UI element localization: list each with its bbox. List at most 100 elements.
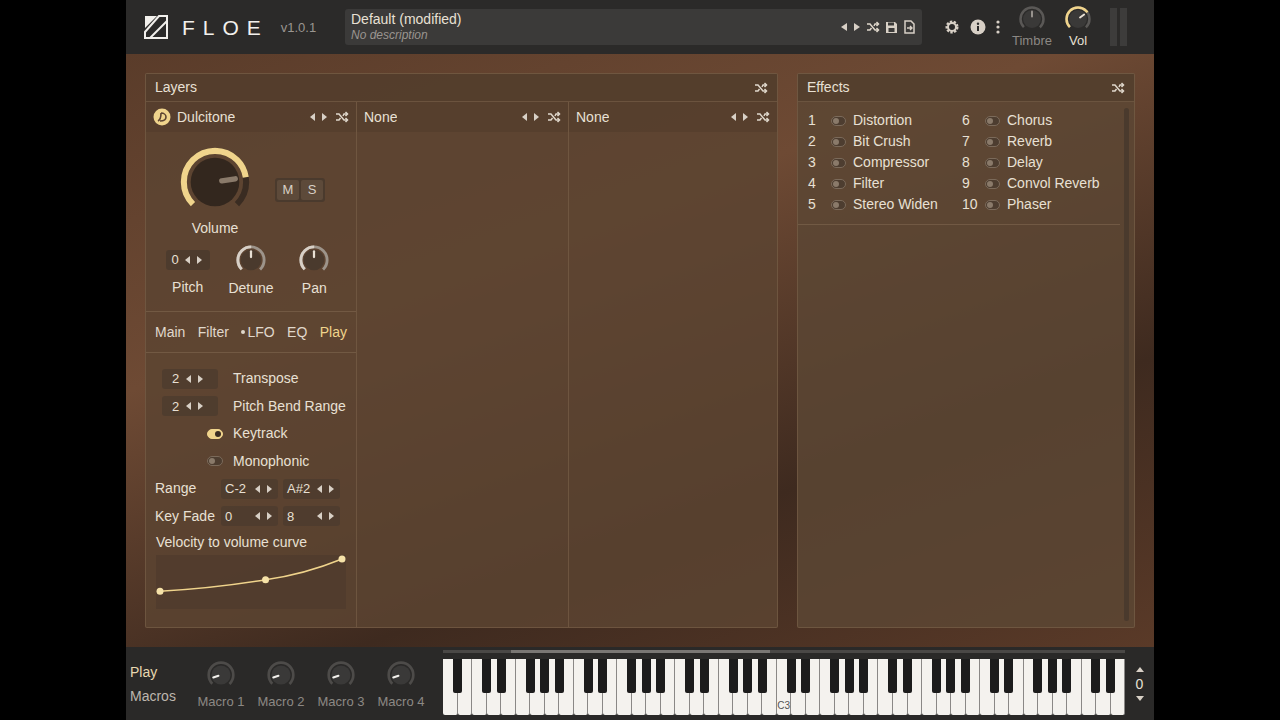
- black-key[interactable]: [685, 659, 694, 693]
- arrows-icon[interactable]: [316, 511, 336, 521]
- effect-item[interactable]: 7Reverb: [962, 131, 1120, 152]
- toggle[interactable]: [831, 158, 846, 168]
- layer-slot[interactable]: Dulcitone: [146, 102, 356, 132]
- mode-tab[interactable]: Play: [130, 663, 191, 681]
- effect-name[interactable]: Stereo Widen: [853, 194, 938, 215]
- setting-label[interactable]: Keytrack: [233, 423, 287, 444]
- knob[interactable]: [235, 244, 267, 276]
- header-knob[interactable]: Timbre: [1012, 5, 1052, 49]
- tab-label[interactable]: Main: [155, 322, 185, 343]
- shuffle-icon[interactable]: [547, 111, 561, 123]
- effect-item[interactable]: 6Chorus: [962, 110, 1120, 131]
- black-key[interactable]: [946, 659, 955, 693]
- effect-item[interactable]: 1Distortion: [808, 110, 962, 131]
- instrument-name[interactable]: Dulcitone: [177, 107, 235, 128]
- effect-item[interactable]: 5Stereo Widen: [808, 194, 962, 215]
- down-icon[interactable]: [1135, 695, 1145, 702]
- black-key[interactable]: [540, 659, 549, 693]
- next-icon[interactable]: [853, 22, 861, 32]
- black-key[interactable]: [1004, 659, 1013, 693]
- pitch-stepper[interactable]: 0: [166, 250, 210, 270]
- tab-label[interactable]: EQ: [287, 322, 307, 343]
- effect-name[interactable]: Delay: [1007, 152, 1043, 173]
- black-key[interactable]: [526, 659, 535, 693]
- black-key[interactable]: [482, 659, 491, 693]
- effect-name[interactable]: Bit Crush: [853, 131, 911, 152]
- toggle[interactable]: [831, 116, 846, 126]
- knob[interactable]: [386, 660, 416, 690]
- effect-item[interactable]: 10Phaser: [962, 194, 1120, 215]
- tab[interactable]: Main: [155, 322, 185, 343]
- effect-item[interactable]: 4Filter: [808, 173, 962, 194]
- shuffle-icon[interactable]: [1111, 82, 1125, 94]
- tab-label[interactable]: Filter: [198, 322, 229, 343]
- arrows-icon[interactable]: [254, 484, 274, 494]
- tab[interactable]: LFO: [241, 322, 274, 343]
- black-key[interactable]: [555, 659, 564, 693]
- keyboard[interactable]: C3: [443, 647, 1125, 720]
- toggle[interactable]: [985, 200, 1000, 210]
- knob[interactable]: [177, 144, 253, 220]
- black-key[interactable]: [627, 659, 636, 693]
- tab-label[interactable]: LFO: [247, 322, 274, 343]
- stepper-value[interactable]: 2: [172, 397, 179, 417]
- toggle[interactable]: [985, 158, 1000, 168]
- up-icon[interactable]: [1135, 666, 1145, 673]
- black-key[interactable]: [888, 659, 897, 693]
- tab-label[interactable]: Play: [320, 322, 347, 343]
- knob[interactable]: [266, 660, 296, 690]
- toggle[interactable]: [207, 429, 223, 439]
- stepper-value[interactable]: 0: [225, 507, 251, 527]
- black-key[interactable]: [1062, 659, 1071, 693]
- header-knob[interactable]: Vol: [1058, 5, 1098, 49]
- effect-name[interactable]: Distortion: [853, 110, 912, 131]
- arrows-icon[interactable]: [254, 511, 274, 521]
- mode-tab[interactable]: Macros: [130, 687, 191, 705]
- stepper[interactable]: 2: [162, 369, 218, 389]
- tab[interactable]: EQ: [287, 322, 307, 343]
- black-key[interactable]: [903, 659, 912, 693]
- toggle[interactable]: [985, 137, 1000, 147]
- arrows-icon[interactable]: [185, 374, 205, 384]
- layer-slot[interactable]: None: [357, 102, 568, 132]
- black-key[interactable]: [497, 659, 506, 693]
- black-key[interactable]: [598, 659, 607, 693]
- black-key[interactable]: [700, 659, 709, 693]
- stepper[interactable]: 8: [283, 506, 340, 526]
- black-key[interactable]: [845, 659, 854, 693]
- export-icon[interactable]: [903, 20, 916, 34]
- previous-icon[interactable]: [840, 22, 848, 32]
- arrows-icon[interactable]: [316, 484, 336, 494]
- effect-item[interactable]: 2Bit Crush: [808, 131, 962, 152]
- preset-box[interactable]: Default (modified)No description: [345, 9, 922, 45]
- knob[interactable]: [1064, 5, 1092, 33]
- knob[interactable]: [1018, 5, 1046, 33]
- stepper[interactable]: 2: [162, 396, 218, 416]
- effect-item[interactable]: 9Convol Reverb: [962, 173, 1120, 194]
- scrollbar[interactable]: [1124, 108, 1129, 621]
- keyboard-range[interactable]: [443, 647, 1125, 659]
- instrument-name[interactable]: None: [576, 107, 609, 128]
- pitch-value[interactable]: 0: [172, 250, 179, 270]
- velocity-curve[interactable]: [156, 555, 346, 609]
- effect-name[interactable]: Filter: [853, 173, 884, 194]
- black-key[interactable]: [830, 659, 839, 693]
- setting-label[interactable]: Monophonic: [233, 451, 309, 472]
- tab[interactable]: Filter: [198, 322, 229, 343]
- instrument-name[interactable]: None: [364, 107, 397, 128]
- info-icon[interactable]: [970, 19, 986, 35]
- black-key[interactable]: [453, 659, 462, 693]
- black-key[interactable]: [961, 659, 970, 693]
- toggle[interactable]: [831, 137, 846, 147]
- knob[interactable]: [326, 660, 356, 690]
- effect-name[interactable]: Reverb: [1007, 131, 1052, 152]
- toggle[interactable]: [985, 116, 1000, 126]
- shuffle-icon[interactable]: [756, 111, 770, 123]
- toggle[interactable]: [831, 200, 846, 210]
- black-key[interactable]: [1033, 659, 1042, 693]
- layer-slot[interactable]: None: [569, 102, 777, 132]
- mute-button[interactable]: M: [277, 180, 299, 200]
- solo-button[interactable]: S: [301, 180, 323, 200]
- knob[interactable]: [298, 244, 330, 276]
- arrows-icon[interactable]: [521, 112, 541, 122]
